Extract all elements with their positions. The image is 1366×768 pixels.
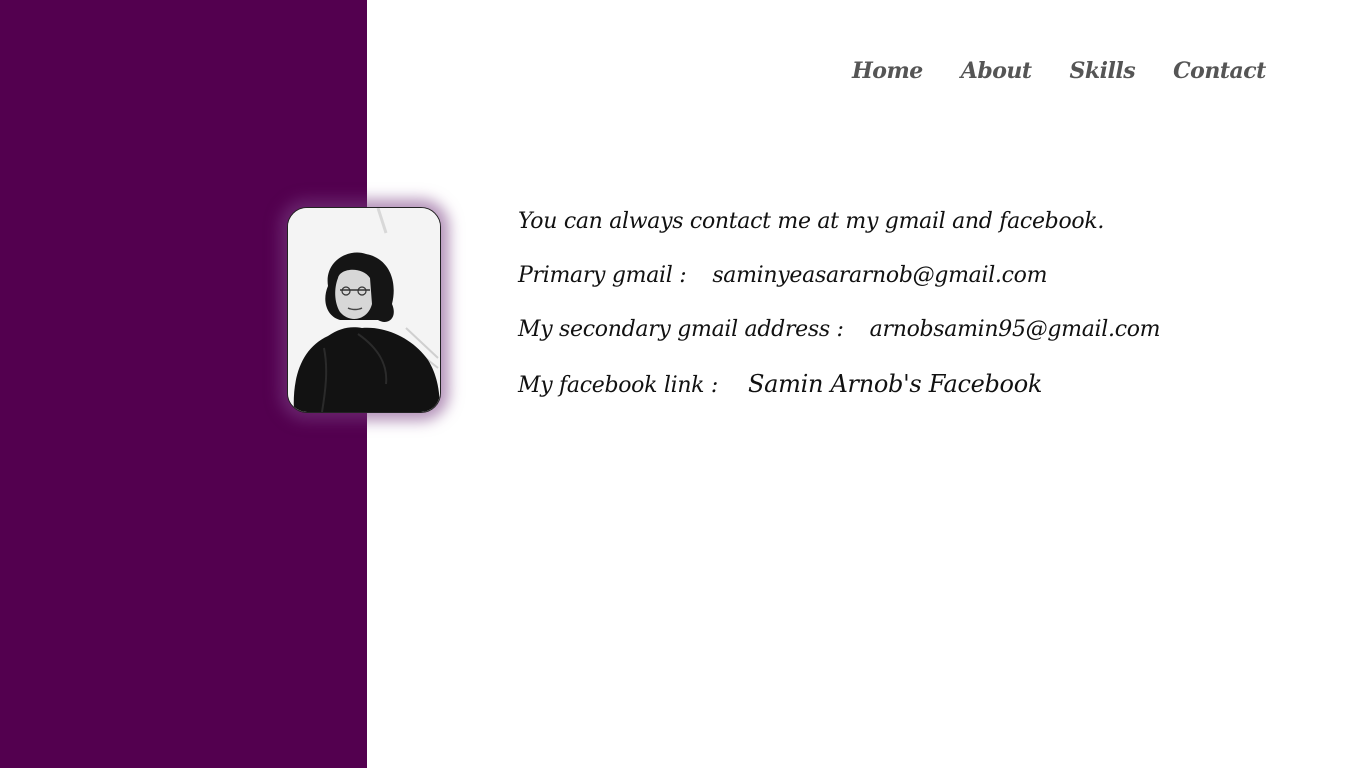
nav-skills-link[interactable]: Skills [1070,58,1136,84]
secondary-email-label: My secondary gmail address : [518,317,844,342]
contact-intro: You can always contact me at my gmail an… [518,209,1105,234]
nav-home-link[interactable]: Home [852,58,923,84]
facebook-link[interactable]: Samin Arnob's Facebook [748,370,1042,398]
secondary-email-value: arnobsamin95@gmail.com [869,317,1161,342]
nav-contact-link[interactable]: Contact [1173,58,1266,84]
primary-email-label: Primary gmail : [518,263,687,288]
top-navigation: Home About Skills Contact [852,58,1266,84]
facebook-row: My facebook link : Samin Arnob's Facebook [518,367,1160,421]
profile-photo [287,207,441,413]
secondary-email-row: My secondary gmail address : arnobsamin95… [518,313,1161,367]
primary-email-value: saminyeasararnob@gmail.com [712,263,1048,288]
contact-section: You can always contact me at my gmail an… [518,205,1161,421]
person-portrait-icon [288,208,440,412]
nav-about-link[interactable]: About [961,58,1032,84]
primary-email-row: Primary gmail : saminyeasararnob@gmail.co… [518,259,1160,313]
contact-page: Home About Skills Contact You can always… [0,0,1366,768]
facebook-label: My facebook link : [518,373,719,398]
